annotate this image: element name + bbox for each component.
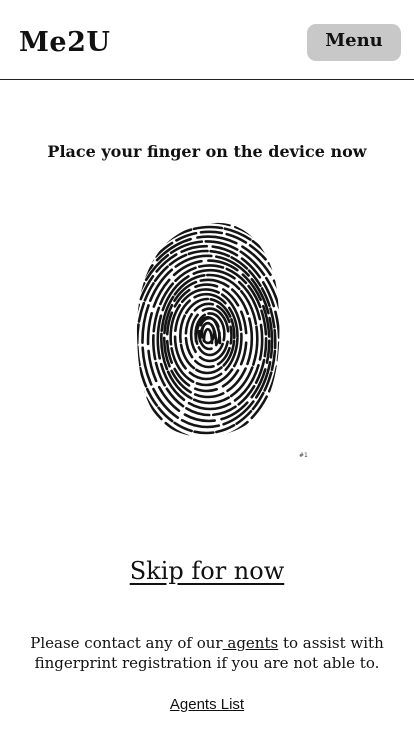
image-tag: #1 xyxy=(299,452,308,459)
agents-list-wrap: Agents List xyxy=(0,695,414,715)
fingerprint-ridge xyxy=(136,225,280,437)
fingerprint-core-ridge xyxy=(202,327,214,345)
fingerprint-instruction: Place your finger on the device now xyxy=(47,142,367,161)
app-header: Me2U Menu xyxy=(0,0,414,80)
agents-list-link[interactable]: Agents List xyxy=(170,696,244,713)
skip-link-wrap: Skip for now xyxy=(0,554,414,588)
skip-for-now-link[interactable]: Skip for now xyxy=(130,557,285,585)
agents-link[interactable]: agents xyxy=(223,634,278,652)
contact-text-before: Please contact any of our xyxy=(30,634,223,652)
fingerprint-ridge xyxy=(156,268,264,411)
fingerprint-icon xyxy=(120,215,295,450)
app-logo[interactable]: Me2U xyxy=(19,26,110,60)
menu-button[interactable]: Menu xyxy=(307,24,401,61)
contact-message: Please contact any of our agents to assi… xyxy=(14,633,400,673)
